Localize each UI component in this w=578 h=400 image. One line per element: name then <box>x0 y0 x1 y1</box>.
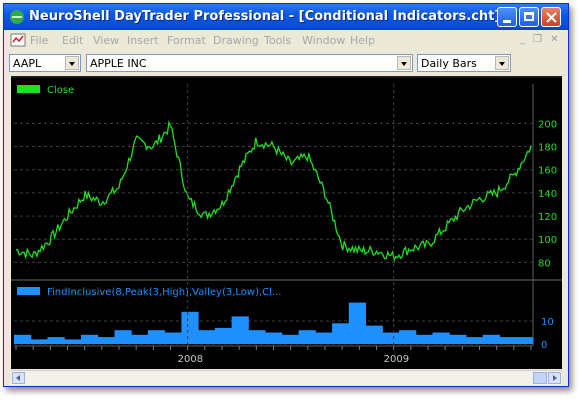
indicator-bar <box>131 334 149 344</box>
menu-edit[interactable]: Edit <box>62 34 83 47</box>
menu-drawing[interactable]: Drawing <box>213 34 259 47</box>
app-window: NeuroShell DayTrader Professional - [Con… <box>3 3 569 387</box>
legend-label-close: Close <box>47 85 74 96</box>
window-title: NeuroShell DayTrader Professional - [Con… <box>29 9 501 24</box>
close-price-line <box>15 120 532 263</box>
menu-tools[interactable]: Tools <box>264 34 291 47</box>
indicator-bar <box>97 337 115 344</box>
app-icon <box>10 10 24 24</box>
legend-swatch-close <box>17 85 40 93</box>
indicator-tick-label: 10 <box>541 317 554 328</box>
indicator-bar <box>499 337 517 344</box>
mdi-close-icon[interactable]: ✕ <box>549 35 560 46</box>
indicator-bar <box>248 330 266 344</box>
title-bar[interactable]: NeuroShell DayTrader Professional - [Con… <box>4 4 568 30</box>
price-tick-label: 180 <box>538 143 557 154</box>
menu-bar: File Edit View Insert Format Drawing Too… <box>4 31 568 50</box>
indicator-bar <box>298 330 316 344</box>
price-tick-label: 160 <box>538 166 557 177</box>
price-tick-label: 200 <box>538 119 557 130</box>
indicator-bar <box>47 337 65 344</box>
chevron-down-icon[interactable] <box>495 56 509 70</box>
indicator-bar <box>449 334 467 344</box>
document-icon[interactable] <box>10 33 26 47</box>
horizontal-scrollbar[interactable] <box>11 370 562 385</box>
menu-file[interactable]: File <box>30 34 48 47</box>
symbol-toolbar: AAPL APPLE INC Daily Bars <box>4 52 568 75</box>
price-tick-label: 120 <box>538 212 557 223</box>
indicator-bar <box>30 339 48 344</box>
indicator-bar <box>214 327 233 344</box>
indicator-bar <box>382 332 400 344</box>
indicator-bar <box>147 330 166 344</box>
indicator-bar <box>64 339 82 344</box>
chart-area[interactable]: Close 80 100 120 140 160 180 200 FindInclusive(8… <box>11 76 562 369</box>
indicator-bar <box>231 316 249 344</box>
indicator-bar <box>315 332 333 344</box>
company-select[interactable]: APPLE INC <box>86 54 413 72</box>
x-tick-label-year: 2008 <box>178 354 203 365</box>
chart-canvas[interactable]: Close80100120140160180200FindInclusive(8… <box>11 76 562 369</box>
scroll-thumb[interactable] <box>533 372 547 384</box>
price-tick-label: 140 <box>538 189 557 200</box>
maximize-icon <box>524 12 534 21</box>
company-value: APPLE INC <box>90 57 147 70</box>
menu-insert[interactable]: Insert <box>127 34 159 47</box>
maximize-button[interactable] <box>519 7 539 27</box>
mdi-minimize-icon[interactable]: _ <box>517 35 528 46</box>
indicator-bar <box>81 334 99 344</box>
menu-window[interactable]: Window <box>302 34 345 47</box>
indicator-bar <box>466 337 484 344</box>
chevron-down-icon[interactable] <box>397 56 411 70</box>
minimize-button[interactable] <box>497 7 517 27</box>
close-button[interactable] <box>541 7 561 27</box>
chevron-down-icon[interactable] <box>65 56 79 70</box>
indicator-bar <box>198 330 216 344</box>
menu-format[interactable]: Format <box>167 34 206 47</box>
period-select[interactable]: Daily Bars <box>417 54 511 72</box>
close-icon <box>546 12 557 23</box>
scroll-left-arrow-icon[interactable] <box>12 372 25 384</box>
period-value: Daily Bars <box>421 57 477 70</box>
price-tick-label: 80 <box>538 258 551 269</box>
scroll-right-arrow-icon[interactable] <box>548 372 561 384</box>
minimize-icon <box>503 20 511 23</box>
indicator-bar <box>265 332 283 344</box>
indicator-bar <box>516 337 534 344</box>
indicator-bar <box>14 334 32 344</box>
indicator-tick-label: 0 <box>541 340 547 351</box>
menu-help[interactable]: Help <box>350 34 375 47</box>
indicator-bar <box>332 323 350 344</box>
symbol-value: AAPL <box>13 57 42 70</box>
legend-swatch-indicator <box>17 287 40 295</box>
indicator-bar <box>114 330 132 344</box>
indicator-bar <box>348 302 366 344</box>
legend-label-indicator: FindInclusive(8,Peak(3,High),Valley(3,Lo… <box>47 287 281 298</box>
x-tick-label-year: 2009 <box>384 354 409 365</box>
indicator-bar <box>415 334 433 344</box>
indicator-bar <box>482 334 500 344</box>
indicator-bar <box>181 311 199 344</box>
indicator-bar <box>399 330 417 344</box>
symbol-select[interactable]: AAPL <box>9 54 81 72</box>
indicator-bar <box>281 334 300 344</box>
menu-view[interactable]: View <box>93 34 119 47</box>
mdi-restore-icon[interactable]: ❐ <box>532 35 543 46</box>
price-tick-label: 100 <box>538 235 557 246</box>
indicator-bar <box>365 325 383 344</box>
indicator-bar <box>164 332 182 344</box>
indicator-bar <box>432 332 450 344</box>
